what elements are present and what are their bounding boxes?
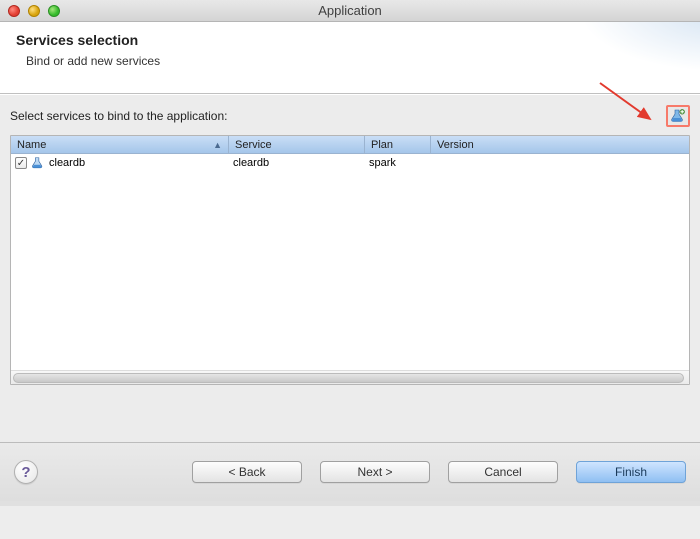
column-label: Service xyxy=(235,139,272,151)
next-button[interactable]: Next > xyxy=(320,461,430,483)
column-header-plan[interactable]: Plan xyxy=(365,136,431,153)
titlebar: Application xyxy=(0,0,700,22)
service-flask-icon xyxy=(31,156,45,170)
row-service: cleardb xyxy=(233,157,269,169)
add-service-button[interactable] xyxy=(666,105,690,127)
column-header-version[interactable]: Version xyxy=(431,136,689,153)
finish-button[interactable]: Finish xyxy=(576,461,686,483)
column-label: Name xyxy=(17,139,46,151)
row-checkbox[interactable]: ✓ xyxy=(15,157,27,169)
cancel-button[interactable]: Cancel xyxy=(448,461,558,483)
wizard-header: Services selection Bind or add new servi… xyxy=(0,22,700,94)
help-icon: ? xyxy=(21,464,30,481)
table-header: Name ▲ Service Plan Version xyxy=(11,136,689,154)
help-button[interactable]: ? xyxy=(14,460,38,484)
row-plan: spark xyxy=(369,157,396,169)
content-spacer xyxy=(0,385,700,443)
footer-strip xyxy=(0,501,700,506)
column-header-service[interactable]: Service xyxy=(229,136,365,153)
table-body: ✓ cleardb cleardb spark xyxy=(11,154,689,370)
row-name: cleardb xyxy=(49,157,85,169)
back-button[interactable]: < Back xyxy=(192,461,302,483)
column-label: Version xyxy=(437,139,474,151)
horizontal-scrollbar[interactable] xyxy=(11,370,689,384)
content-area: Select services to bind to the applicati… xyxy=(0,94,700,443)
sort-indicator-icon: ▲ xyxy=(213,140,222,150)
add-service-flask-icon xyxy=(670,108,686,124)
column-header-name[interactable]: Name ▲ xyxy=(11,136,229,153)
check-icon: ✓ xyxy=(17,158,25,169)
wizard-button-bar: ? < Back Next > Cancel Finish xyxy=(0,443,700,501)
scrollbar-thumb[interactable] xyxy=(13,373,684,383)
column-label: Plan xyxy=(371,139,393,151)
window-title: Application xyxy=(0,3,700,18)
banner-decoration xyxy=(580,22,700,72)
select-services-label: Select services to bind to the applicati… xyxy=(10,109,227,123)
services-table: Name ▲ Service Plan Version ✓ xyxy=(10,135,690,385)
table-row[interactable]: ✓ cleardb cleardb spark xyxy=(11,154,689,172)
